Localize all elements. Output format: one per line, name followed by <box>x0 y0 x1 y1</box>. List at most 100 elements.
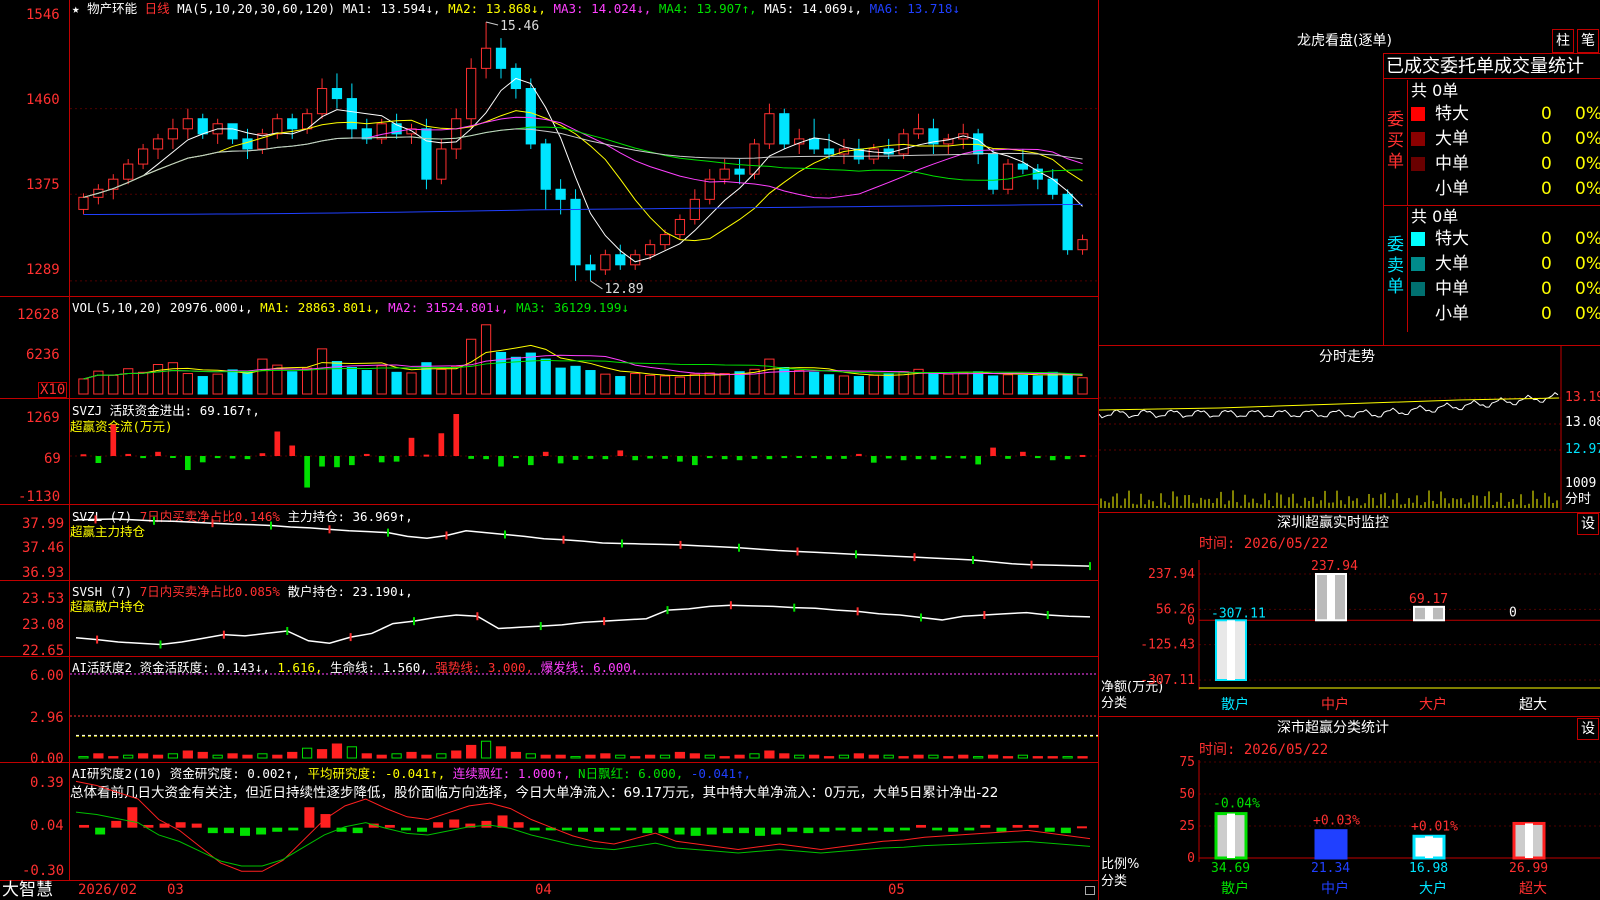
fund-flow-bar <box>692 456 698 466</box>
ma-line <box>83 203 1083 215</box>
right-chart-canvas: 237.9456.260-125.43-307.11-307.11散户237.9… <box>1099 346 1600 897</box>
retail-holding-line <box>75 604 1091 646</box>
candle-body <box>823 148 835 155</box>
volume-bar <box>1032 375 1043 395</box>
fund-flow-bar <box>363 453 370 457</box>
activity-bar <box>1047 756 1058 759</box>
candle-body <box>197 118 208 135</box>
candle-body <box>466 67 477 120</box>
fund-flow-bar <box>587 456 594 459</box>
classify-axis-label: 75 <box>1179 755 1195 770</box>
research-bar <box>1076 826 1087 829</box>
left-chart-area[interactable]: ★ 物产环能 日线 MA(5,10,20,30,60,120) MA1: 13.… <box>0 0 1098 900</box>
research-bar <box>481 820 492 828</box>
volume-bar <box>451 365 462 395</box>
monitor-value-label: 69.17 <box>1409 592 1448 607</box>
fund-flow-bar <box>125 453 132 457</box>
volume-bar <box>257 358 268 395</box>
candle-body <box>376 123 387 140</box>
volume-bar <box>764 358 775 395</box>
fund-flow-bar <box>602 456 609 460</box>
research-bar <box>690 827 701 836</box>
research-bar <box>1060 827 1071 834</box>
volume-bar <box>376 365 387 395</box>
fund-flow-bar <box>766 456 773 460</box>
activity-bar <box>630 756 641 759</box>
date-label: 04 <box>535 882 552 898</box>
activity-bar <box>913 754 924 759</box>
fund-flow-bar <box>721 456 728 460</box>
activity-bar <box>853 753 864 759</box>
volume-bar <box>1047 371 1058 395</box>
candle-body <box>242 138 253 150</box>
fund-flow-bar <box>527 456 534 466</box>
research-bar <box>771 827 782 835</box>
research-bar <box>529 827 540 831</box>
fund-flow-bar <box>706 456 713 459</box>
fund-flow-bar <box>259 453 266 457</box>
research-bar <box>127 807 138 828</box>
high-annotation: 15.46 <box>500 19 539 34</box>
volume-bar <box>123 368 134 395</box>
research-bar <box>1044 827 1055 832</box>
candle-body <box>1002 163 1014 190</box>
intraday-price-line <box>1099 392 1559 419</box>
monitor-category-label: 散户 <box>1221 696 1249 713</box>
volume-bar <box>868 374 879 395</box>
activity-bar <box>958 754 969 759</box>
activity-bar <box>391 753 402 759</box>
volume-bar <box>958 372 969 395</box>
fund-flow-bar <box>110 424 117 457</box>
classify-category-label: 超大 <box>1519 881 1547 897</box>
research-bar <box>610 827 621 831</box>
classify-category-label: 中户 <box>1321 880 1349 897</box>
activity-bar <box>137 753 149 759</box>
volume-bar <box>287 371 298 395</box>
date-label: 03 <box>167 882 184 898</box>
volume-bar <box>361 370 372 395</box>
research-bar <box>996 827 1007 832</box>
classify-change-label: +0.03% <box>1313 814 1360 829</box>
volume-bar <box>302 367 313 395</box>
activity-bar <box>540 754 551 759</box>
fund-flow-bar <box>841 456 847 459</box>
research-bar <box>851 827 862 832</box>
volume-bar <box>212 373 223 395</box>
candle-body <box>555 188 566 200</box>
fund-flow-bar <box>423 454 430 457</box>
fund-flow-bar <box>617 450 624 457</box>
activity-bar <box>779 753 790 759</box>
monitor-axis-label: 237.94 <box>1148 567 1195 582</box>
fund-flow-bar <box>945 456 952 459</box>
monitor-category-label: 大户 <box>1419 696 1447 713</box>
fund-flow-bar <box>483 456 489 460</box>
activity-bar <box>898 756 909 759</box>
fund-flow-bar <box>915 456 922 460</box>
research-bar <box>787 827 798 832</box>
fund-flow-bar <box>1034 456 1041 459</box>
classify-value-label: 26.99 <box>1509 861 1548 876</box>
research-bar <box>867 827 878 831</box>
volume-bar <box>585 370 596 395</box>
research-bar <box>932 827 943 831</box>
research-bar <box>980 824 991 828</box>
volume-bar <box>1062 374 1073 395</box>
activity-bar <box>749 753 760 759</box>
monitor-bar-highlight <box>1327 574 1335 621</box>
activity-bar <box>480 740 492 759</box>
date-label: 2026/02 <box>78 882 138 898</box>
activity-bar <box>689 753 700 759</box>
fund-flow-bar <box>1005 456 1011 459</box>
brand-logo[interactable]: 大智慧 <box>2 880 53 900</box>
research-bar <box>706 827 717 835</box>
research-bar <box>384 824 395 828</box>
volume-bar <box>630 373 641 395</box>
fund-flow-bar <box>304 456 310 488</box>
chart-canvas[interactable]: 15.46 12.89 <box>0 0 1098 880</box>
monitor-category-label: 超大 <box>1519 697 1547 713</box>
activity-bar <box>406 751 417 759</box>
research-bar <box>561 827 572 831</box>
fund-flow-bar <box>572 456 579 460</box>
candle-body <box>137 148 149 165</box>
activity-bar <box>525 753 536 759</box>
